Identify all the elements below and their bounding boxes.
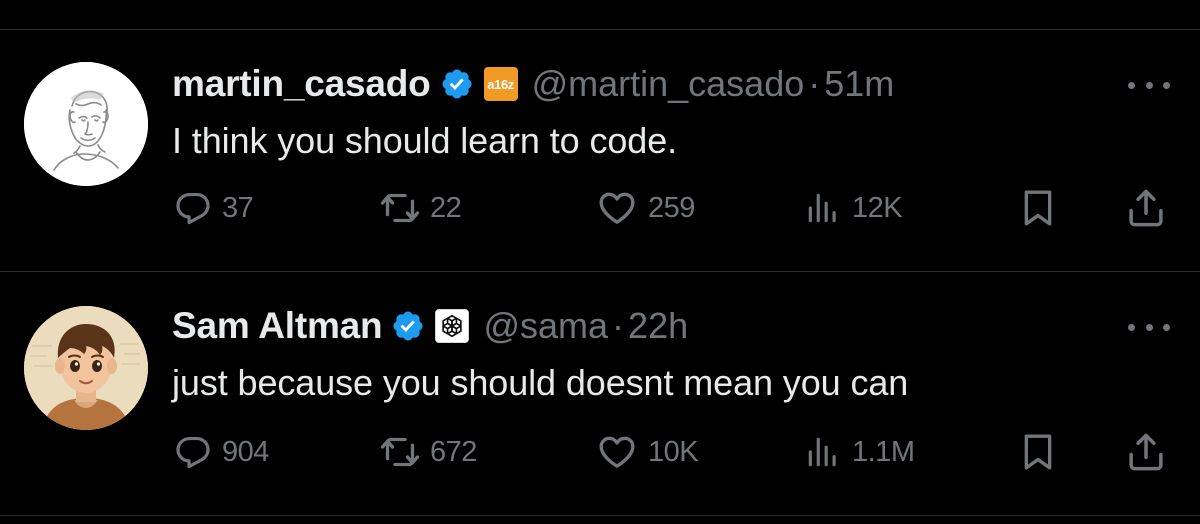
- handle[interactable]: @martin_casado: [532, 63, 805, 104]
- more-icon[interactable]: [1128, 75, 1170, 95]
- like-count: 259: [648, 191, 695, 224]
- tweet-meta: @martin_casado · 51m: [532, 63, 895, 105]
- reply-icon: [174, 433, 212, 471]
- tweet-sam-altman[interactable]: Sam Altman @sama · 22h just because you sh…: [0, 272, 1200, 514]
- verified-badge-icon[interactable]: [391, 309, 425, 343]
- tweet-header: Sam Altman @sama · 22h: [172, 300, 688, 352]
- avatar[interactable]: [24, 306, 148, 430]
- openai-logo-icon: [438, 312, 466, 340]
- tweet-header: martin_casado a16z @martin_casado · 51m: [172, 58, 894, 110]
- bookmark-icon: [1018, 432, 1058, 472]
- analytics-icon: [804, 433, 842, 471]
- heart-icon: [596, 432, 638, 472]
- repost-icon: [380, 432, 420, 472]
- tweet-text: I think you should learn to code.: [172, 120, 678, 161]
- repost-button[interactable]: 22: [380, 188, 462, 228]
- openai-affiliation-badge[interactable]: [435, 309, 470, 343]
- views-button[interactable]: 12K: [804, 188, 903, 228]
- separator: ·: [612, 305, 625, 346]
- avatar-anime-portrait-image: [24, 306, 148, 430]
- timestamp[interactable]: 22h: [628, 305, 688, 346]
- separator: ·: [808, 63, 821, 104]
- bookmark-button[interactable]: [1018, 188, 1058, 228]
- avatar-sketch-image: [24, 62, 148, 186]
- tweet-text: just because you should doesnt mean you …: [172, 362, 909, 403]
- tweet-martin-casado[interactable]: martin_casado a16z @martin_casado · 51m I …: [0, 30, 1200, 272]
- tweet-meta: @sama · 22h: [483, 305, 688, 347]
- view-count: 12K: [852, 191, 903, 224]
- reply-count: 904: [222, 435, 269, 468]
- timestamp[interactable]: 51m: [824, 63, 894, 104]
- like-button[interactable]: 259: [596, 188, 695, 228]
- views-button[interactable]: 1.1M: [804, 432, 915, 472]
- a16z-affiliation-badge[interactable]: a16z: [483, 67, 518, 101]
- reply-count: 37: [222, 191, 254, 224]
- a16z-logo: a16z: [487, 76, 514, 92]
- analytics-icon: [804, 189, 842, 227]
- verified-badge-icon[interactable]: [440, 67, 474, 101]
- repost-count: 672: [430, 435, 477, 468]
- reply-icon: [174, 189, 212, 227]
- handle[interactable]: @sama: [483, 305, 608, 346]
- like-button[interactable]: 10K: [596, 432, 699, 472]
- share-button[interactable]: [1125, 188, 1167, 228]
- bookmark-icon: [1018, 188, 1058, 228]
- repost-button[interactable]: 672: [380, 432, 477, 472]
- share-icon: [1125, 431, 1167, 473]
- display-name[interactable]: Sam Altman: [172, 305, 383, 347]
- like-count: 10K: [648, 435, 699, 468]
- share-button[interactable]: [1125, 432, 1167, 472]
- heart-icon: [596, 188, 638, 228]
- bottom-divider: [0, 515, 1200, 516]
- reply-button[interactable]: 37: [174, 188, 254, 228]
- repost-icon: [380, 188, 420, 228]
- share-icon: [1125, 187, 1167, 229]
- reply-button[interactable]: 904: [174, 432, 269, 472]
- more-icon[interactable]: [1128, 317, 1170, 337]
- repost-count: 22: [430, 191, 462, 224]
- display-name[interactable]: martin_casado: [172, 63, 431, 105]
- bookmark-button[interactable]: [1018, 432, 1058, 472]
- view-count: 1.1M: [852, 435, 915, 468]
- avatar[interactable]: [24, 62, 148, 186]
